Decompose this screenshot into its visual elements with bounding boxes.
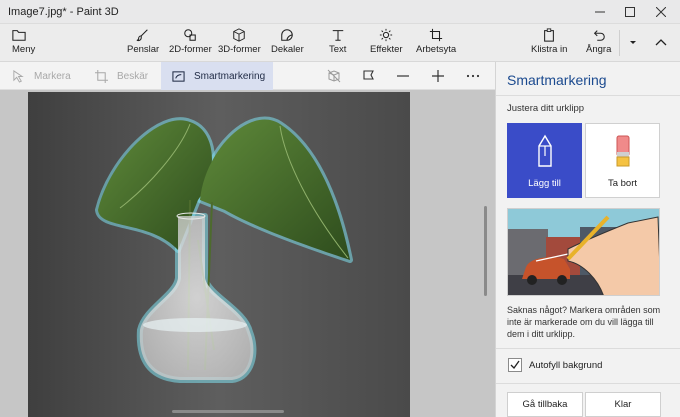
minimize-icon <box>595 11 605 13</box>
maximize-icon <box>625 7 635 17</box>
collapse-ribbon-button[interactable] <box>652 34 670 52</box>
canvas-crop-icon <box>429 28 443 42</box>
panel-subtitle: Justera ditt urklipp <box>507 103 585 114</box>
minus-icon <box>397 75 409 77</box>
select-tool[interactable]: Markera <box>12 62 82 90</box>
magic-select-tool[interactable]: Smartmarkering <box>161 62 273 90</box>
ribbon: Meny Penslar 2D-former 3D-former Dekaler… <box>0 24 680 62</box>
add-illustration <box>507 208 660 296</box>
cube-icon <box>233 28 246 42</box>
select-label: Markera <box>34 70 71 82</box>
more-options-button[interactable] <box>465 68 481 84</box>
ribbon-tool-effects[interactable]: Effekter <box>370 26 403 60</box>
ribbon-tool-text[interactable]: Text <box>329 26 346 60</box>
ribbon-tool-label: Text <box>329 44 347 55</box>
ribbon-tool-label: Arbetsyta <box>416 44 457 55</box>
panel-divider <box>496 95 680 96</box>
crop-icon <box>95 69 108 83</box>
add-button[interactable]: Lägg till <box>507 123 582 198</box>
text-icon <box>332 30 343 41</box>
brush-icon <box>136 29 148 42</box>
undo-button[interactable]: Ångra <box>586 26 611 60</box>
horizontal-scrollbar[interactable] <box>172 410 284 413</box>
window-title: Image7.jpg* - Paint 3D <box>8 6 119 18</box>
ribbon-separator <box>619 30 620 56</box>
undo-icon <box>593 30 605 41</box>
crop-tool[interactable]: Beskär <box>95 62 155 90</box>
plus-icon <box>432 70 444 82</box>
canvas-area[interactable] <box>0 90 495 417</box>
ribbon-tool-label: 3D-former <box>218 44 261 55</box>
go-back-button[interactable]: Gå tillbaka <box>507 392 583 417</box>
close-icon <box>656 7 666 17</box>
magic-select-label: Smartmarkering <box>194 70 266 82</box>
ribbon-tool-3d-shapes[interactable]: 3D-former <box>218 26 261 60</box>
ribbon-tool-label: Dekaler <box>271 44 304 55</box>
ribbon-tool-2d-shapes[interactable]: 2D-former <box>169 26 212 60</box>
remove-button[interactable]: Ta bort <box>585 123 660 198</box>
canvas-image[interactable] <box>0 90 495 417</box>
done-label: Klar <box>614 399 632 410</box>
panel-divider <box>496 348 680 349</box>
clipboard-icon <box>544 28 555 42</box>
zoom-out-button[interactable] <box>395 68 411 84</box>
magic-select-icon <box>172 70 185 82</box>
paste-label: Klistra in <box>531 44 568 55</box>
ribbon-tool-canvas[interactable]: Arbetsyta <box>416 26 456 60</box>
folder-icon <box>12 30 26 41</box>
minimize-button[interactable] <box>584 0 616 24</box>
autofill-label: Autofyll bakgrund <box>529 360 603 371</box>
shapes-2d-icon <box>184 29 197 41</box>
crop-label: Beskär <box>117 70 149 82</box>
chevron-down-icon <box>630 41 636 44</box>
select-arrow-icon <box>13 69 24 83</box>
eraser-icon <box>616 135 629 167</box>
paste-button[interactable]: Klistra in <box>531 26 567 60</box>
done-button[interactable]: Klar <box>585 392 661 417</box>
panel-help-text: Saknas något? Markera områden som inte ä… <box>507 305 661 339</box>
menu-button[interactable]: Meny <box>12 26 35 60</box>
ribbon-tool-label: Penslar <box>127 44 160 55</box>
panel-title: Smartmarkering <box>507 72 607 88</box>
maximize-button[interactable] <box>614 0 646 24</box>
add-label: Lägg till <box>528 178 561 189</box>
title-bar: Image7.jpg* - Paint 3D <box>0 0 680 24</box>
ribbon-tool-label: Effekter <box>370 44 403 55</box>
flag-button[interactable] <box>361 68 377 84</box>
view-3d-button[interactable] <box>326 68 342 84</box>
sticker-icon <box>281 29 294 41</box>
illustration-image <box>508 209 659 295</box>
magic-select-panel: Smartmarkering Justera ditt urklipp Lägg… <box>495 62 680 417</box>
remove-label: Ta bort <box>607 178 638 189</box>
ribbon-tool-label: 2D-former <box>169 44 212 55</box>
close-button[interactable] <box>645 0 677 24</box>
flag-icon <box>363 70 374 80</box>
zoom-in-button[interactable] <box>430 68 446 84</box>
pencil-icon <box>537 134 552 167</box>
ribbon-tool-brushes[interactable]: Penslar <box>127 26 159 60</box>
view-3d-icon <box>327 69 341 83</box>
vertical-scrollbar[interactable] <box>484 206 487 296</box>
menu-label: Meny <box>12 44 36 55</box>
ribbon-tool-stickers[interactable]: Dekaler <box>271 26 304 60</box>
undo-label: Ångra <box>586 44 612 55</box>
panel-divider <box>496 383 680 384</box>
autofill-checkbox[interactable] <box>508 358 522 372</box>
checkmark-icon <box>510 360 520 370</box>
go-back-label: Gå tillbaka <box>522 399 568 410</box>
chevron-up-icon <box>655 39 667 46</box>
undo-history-dropdown[interactable] <box>626 36 640 50</box>
more-icon <box>466 74 480 78</box>
sun-icon <box>380 28 393 42</box>
selection-toolbar: Markera Beskär Smartmarkering <box>0 62 495 90</box>
